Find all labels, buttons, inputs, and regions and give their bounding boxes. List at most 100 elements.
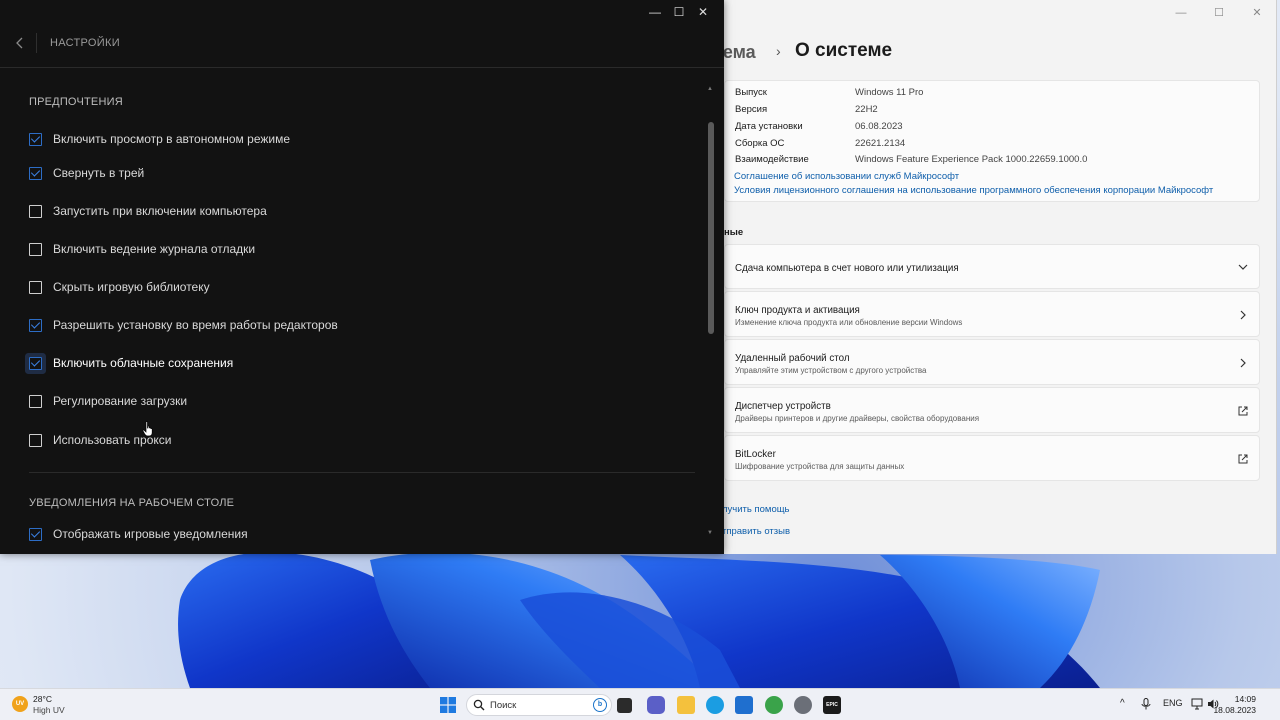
option-label: Запустить при включении компьютера xyxy=(53,204,267,218)
task-view-icon[interactable] xyxy=(617,698,632,713)
checkbox[interactable] xyxy=(29,434,42,447)
card-title: Удаленный рабочий стол xyxy=(735,353,850,364)
checkbox[interactable] xyxy=(29,281,42,294)
weather-temperature[interactable]: 28°C xyxy=(33,694,52,704)
close-button[interactable]: ✕ xyxy=(1238,4,1276,22)
option-hide-library[interactable]: Скрыть игровую библиотеку xyxy=(22,275,682,301)
chat-icon[interactable] xyxy=(647,696,665,714)
card-subtitle: Шифрование устройства для защиты данных xyxy=(735,462,905,471)
option-run-on-startup[interactable]: Запустить при включении компьютера xyxy=(22,199,682,225)
external-link-icon xyxy=(1238,406,1248,416)
card-title: BitLocker xyxy=(735,449,776,460)
section-divider xyxy=(29,472,695,473)
option-game-notifications[interactable]: Отображать игровые уведомления xyxy=(22,522,682,548)
checkbox[interactable] xyxy=(29,528,42,541)
bing-icon[interactable]: b xyxy=(593,698,607,712)
spec-value: 06.08.2023 xyxy=(855,121,903,132)
edge-icon[interactable] xyxy=(706,696,724,714)
card-title: Сдача компьютера в счет нового или утили… xyxy=(735,263,959,274)
checkbox[interactable] xyxy=(29,133,42,146)
device-manager-card[interactable]: Диспетчер устройств Драйверы принтеров и… xyxy=(724,387,1260,433)
scroll-up-arrow-icon[interactable]: ▲ xyxy=(707,86,713,92)
option-label: Скрыть игровую библиотеку xyxy=(53,280,210,294)
window-controls: — ☐ ✕ xyxy=(1162,4,1276,22)
spec-key: Версия xyxy=(735,104,768,115)
scroll-down-arrow-icon[interactable]: ▼ xyxy=(707,530,713,536)
minimize-button[interactable]: — xyxy=(1162,4,1200,22)
chevron-right-icon xyxy=(1240,358,1246,368)
card-subtitle: Изменение ключа продукта или обновление … xyxy=(735,318,963,327)
checkbox[interactable] xyxy=(29,205,42,218)
maximize-button[interactable]: ☐ xyxy=(1200,4,1238,22)
option-debug-logging[interactable]: Включить ведение журнала отладки xyxy=(22,237,682,263)
option-install-while-editors[interactable]: Разрешить установку во время работы реда… xyxy=(22,313,682,339)
checkbox[interactable] xyxy=(29,319,42,332)
spec-key: Дата установки xyxy=(735,121,803,132)
file-explorer-icon[interactable] xyxy=(677,696,695,714)
checkbox[interactable] xyxy=(29,395,42,408)
clock-time[interactable]: 14:09 xyxy=(1235,694,1256,704)
spec-row: Выпуск Windows 11 Pro xyxy=(735,87,1255,103)
option-label: Отображать игровые уведомления xyxy=(53,527,248,541)
remote-desktop-card[interactable]: Удаленный рабочий стол Управляйте этим у… xyxy=(724,339,1260,385)
spec-key: Сборка ОС xyxy=(735,138,785,149)
option-offline-mode[interactable]: Включить просмотр в автономном режиме xyxy=(22,127,682,153)
option-minimize-to-tray[interactable]: Свернуть в трей xyxy=(22,161,682,187)
trade-in-recycle-card[interactable]: Сдача компьютера в счет нового или утили… xyxy=(724,244,1260,289)
taskbar-search-box[interactable]: Поиск b xyxy=(466,694,612,716)
option-label: Включить облачные сохранения xyxy=(53,356,234,370)
breadcrumb: тема › О системе xyxy=(700,38,1260,68)
card-title: Диспетчер устройств xyxy=(735,401,831,412)
spec-row: Версия 22H2 xyxy=(735,104,1255,120)
clock-date[interactable]: 18.08.2023 xyxy=(1213,705,1256,715)
close-button[interactable]: ✕ xyxy=(692,2,714,22)
windows-start-icon[interactable] xyxy=(440,697,456,713)
card-title: Ключ продукта и активация xyxy=(735,305,860,316)
option-use-proxy[interactable]: Использовать прокси xyxy=(22,428,682,454)
back-arrow-icon[interactable] xyxy=(13,36,27,50)
external-link-icon xyxy=(1238,454,1248,464)
license-terms-link[interactable]: Условия лицензионного соглашения на испо… xyxy=(734,185,1213,196)
windows-spec-card: Выпуск Windows 11 Pro Версия 22H2 Дата у… xyxy=(724,80,1260,202)
language-indicator[interactable]: ENG xyxy=(1163,698,1183,708)
system-settings-window: — ☐ ✕ тема › О системе Выпуск Windows 11… xyxy=(700,0,1277,554)
search-icon xyxy=(473,699,485,711)
product-key-card[interactable]: Ключ продукта и активация Изменение ключ… xyxy=(724,291,1260,337)
epic-games-icon[interactable]: EPIC xyxy=(823,696,841,714)
settings-gear-icon[interactable] xyxy=(794,696,812,714)
services-agreement-link[interactable]: Соглашение об использовании служб Майкро… xyxy=(734,171,959,182)
spec-value: 22H2 xyxy=(855,104,878,115)
network-icon[interactable] xyxy=(1191,698,1203,710)
hand-cursor-icon xyxy=(142,421,153,437)
option-label: Включить ведение журнала отладки xyxy=(53,242,256,256)
card-subtitle: Драйверы принтеров и другие драйверы, св… xyxy=(735,414,980,423)
search-placeholder: Поиск xyxy=(490,700,517,711)
bitlocker-card[interactable]: BitLocker Шифрование устройства для защи… xyxy=(724,435,1260,481)
send-feedback-link[interactable]: тправить отзыв xyxy=(722,526,790,537)
page-title: О системе xyxy=(795,40,893,61)
minimize-button[interactable]: — xyxy=(644,2,666,22)
store-icon[interactable] xyxy=(735,696,753,714)
checkbox[interactable] xyxy=(29,243,42,256)
tray-overflow-chevron-icon[interactable]: ^ xyxy=(1120,698,1125,709)
scrollbar-thumb[interactable] xyxy=(708,122,714,334)
maximize-button[interactable]: ☐ xyxy=(668,2,690,22)
option-download-throttling[interactable]: Регулирование загрузки xyxy=(22,389,682,415)
related-section-label: ные xyxy=(724,227,744,238)
checkbox[interactable] xyxy=(29,167,42,180)
weather-uv-icon[interactable]: UV xyxy=(12,696,28,712)
launcher-settings-window: — ☐ ✕ НАСТРОЙКИ ПРЕДПОЧТЕНИЯ Включить пр… xyxy=(0,0,724,554)
desktop-notifications-heading: УВЕДОМЛЕНИЯ НА РАБОЧЕМ СТОЛЕ xyxy=(29,497,235,509)
checkbox[interactable] xyxy=(29,357,42,370)
weather-condition[interactable]: High UV xyxy=(33,705,65,715)
option-label: Разрешить установку во время работы реда… xyxy=(53,318,338,332)
spec-row: Сборка ОС 22621.2134 xyxy=(735,138,1255,154)
option-cloud-saves[interactable]: Включить облачные сохранения xyxy=(22,351,682,377)
microphone-icon[interactable] xyxy=(1141,698,1151,710)
get-help-link[interactable]: лучить помощь xyxy=(722,504,790,515)
taskbar: UV 28°C High UV Поиск b EPIC ^ ENG 14:09… xyxy=(0,688,1280,720)
window-controls: — ☐ ✕ xyxy=(644,2,714,22)
spec-key: Взаимодействие xyxy=(735,154,809,165)
chevron-down-icon xyxy=(1238,264,1248,270)
torrent-icon[interactable] xyxy=(765,696,783,714)
